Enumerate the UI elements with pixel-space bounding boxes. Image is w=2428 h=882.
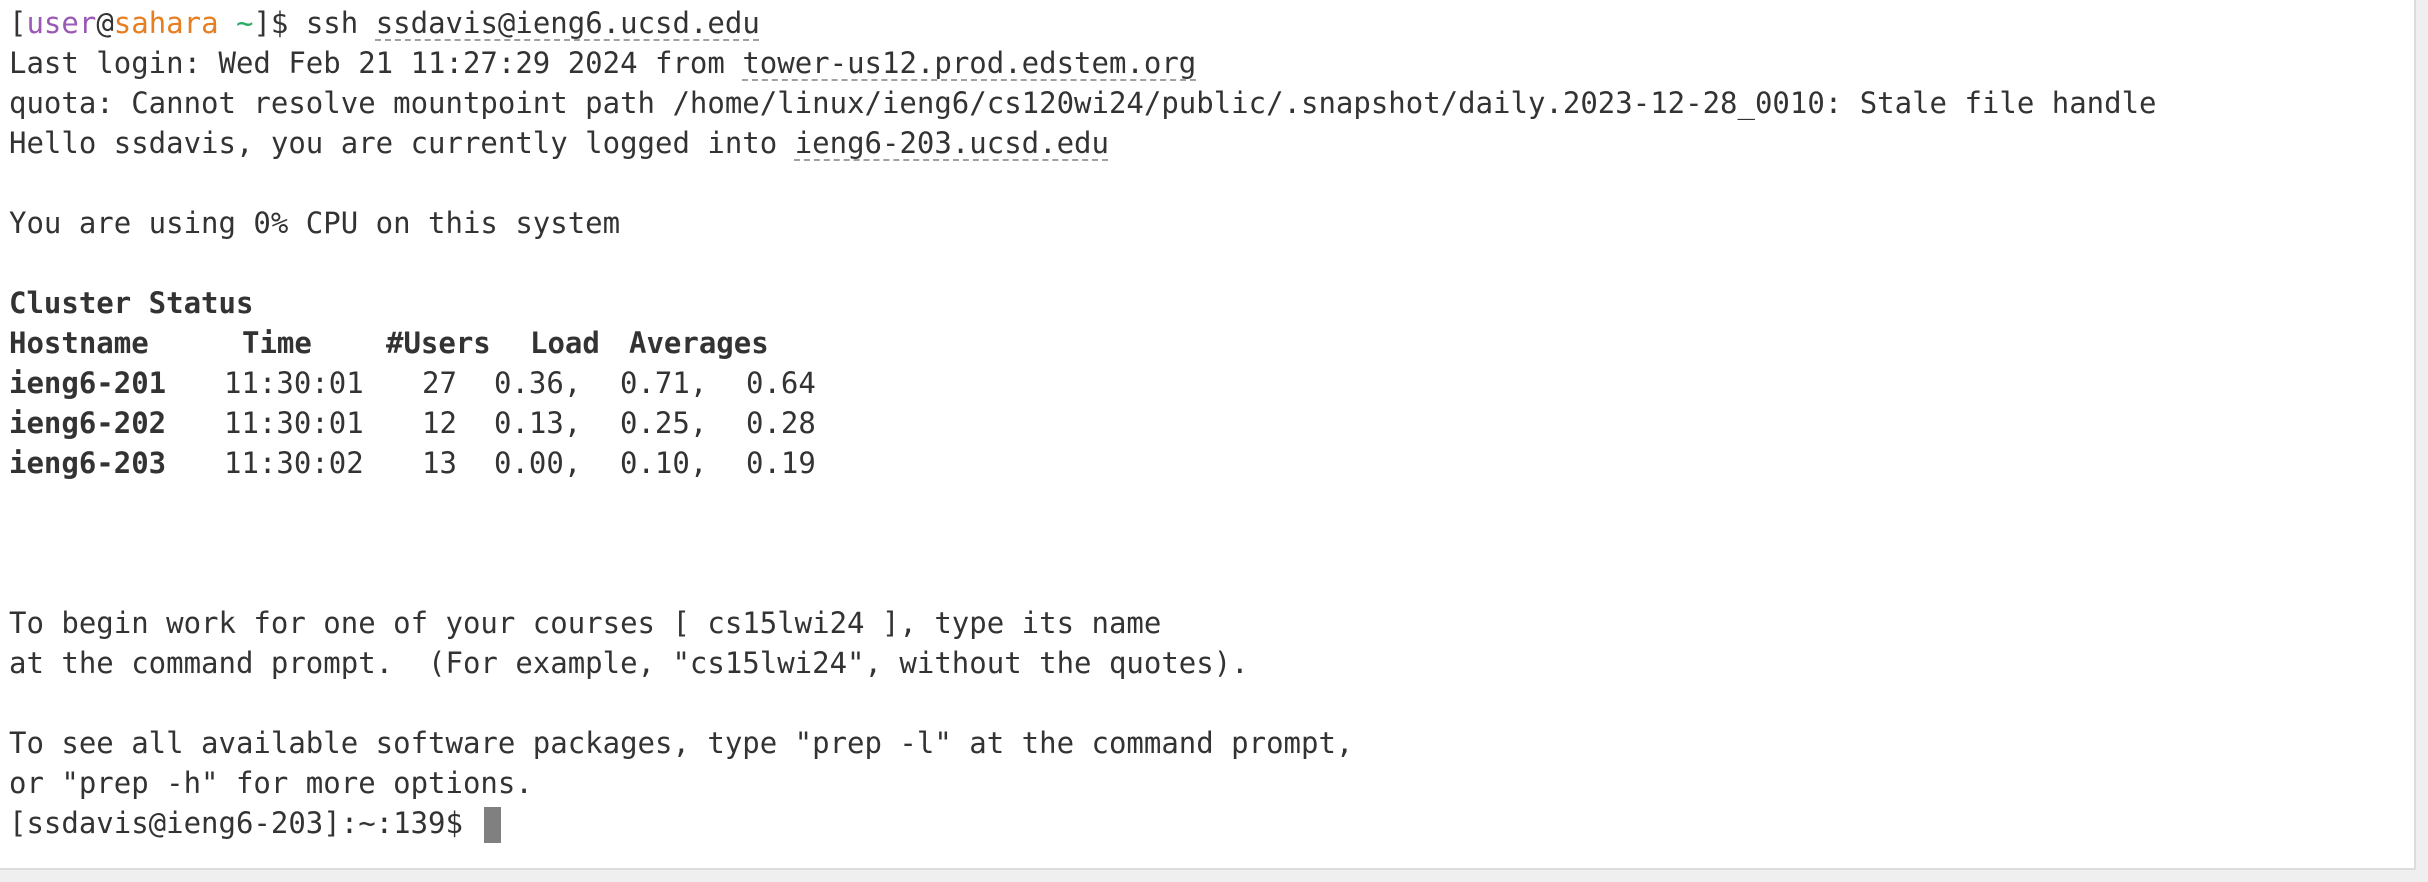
prep-message-line-1: To see all available software packages, … bbox=[9, 726, 1354, 760]
row-load-15: 0.28 bbox=[746, 406, 816, 440]
prompt-host: sahara bbox=[113, 6, 219, 40]
text-cursor bbox=[484, 807, 502, 843]
header-load: Load bbox=[530, 326, 600, 360]
row-users: 27 bbox=[422, 366, 457, 400]
last-login-host-link[interactable]: tower-us12.prod.edstem.org bbox=[742, 46, 1196, 80]
prompt-at: @ bbox=[96, 6, 114, 40]
cluster-header-row: Hostname Time #Users Load Averages bbox=[9, 323, 909, 363]
row-load-5: 0.25, bbox=[620, 406, 708, 440]
course-message-line-1: To begin work for one of your courses [ … bbox=[9, 606, 1162, 640]
header-users: #Users bbox=[386, 326, 491, 360]
row-load-5: 0.71, bbox=[620, 366, 708, 400]
terminal-window[interactable]: [user@sahara ~]$ ssh ssdavis@ieng6.ucsd.… bbox=[0, 0, 2416, 870]
cluster-row: ieng6-201 11:30:01 27 0.36, 0.71, 0.64 bbox=[9, 363, 909, 403]
last-login-line: Last login: Wed Feb 21 11:27:29 2024 fro… bbox=[9, 43, 1196, 83]
hello-text: Hello ssdavis, you are currently logged … bbox=[9, 126, 795, 160]
prep-message-line-2: or "prep -h" for more options. bbox=[9, 766, 533, 800]
quota-line: quota: Cannot resolve mountpoint path /h… bbox=[9, 86, 2157, 120]
row-users: 12 bbox=[422, 406, 457, 440]
cluster-status-title: Cluster Status bbox=[9, 286, 254, 320]
cluster-row: ieng6-202 11:30:01 12 0.13, 0.25, 0.28 bbox=[9, 403, 909, 443]
header-hostname: Hostname bbox=[9, 326, 149, 360]
cluster-row: ieng6-203 11:30:02 13 0.00, 0.10, 0.19 bbox=[9, 443, 909, 483]
course-message-line-2: at the command prompt. (For example, "cs… bbox=[9, 646, 1249, 680]
prompt-user: user bbox=[26, 6, 97, 40]
row-users: 13 bbox=[422, 446, 457, 480]
row-load-1: 0.13, bbox=[494, 406, 582, 440]
row-hostname: ieng6-202 bbox=[9, 406, 167, 440]
row-load-1: 0.00, bbox=[494, 446, 582, 480]
prompt-ssh-command: ]$ ssh bbox=[253, 6, 376, 40]
prompt-open-bracket: [ bbox=[9, 6, 27, 40]
row-time: 11:30:01 bbox=[224, 366, 364, 400]
shell-prompt-line[interactable]: [ssdavis@ieng6-203]:~:139$ bbox=[9, 803, 502, 843]
ssh-command-line: [user@sahara ~]$ ssh ssdavis@ieng6.ucsd.… bbox=[9, 3, 760, 43]
header-time: Time bbox=[242, 326, 312, 360]
prompt-dir: ~ bbox=[218, 6, 254, 40]
row-load-15: 0.64 bbox=[746, 366, 816, 400]
ssh-target-link[interactable]: ssdavis@ieng6.ucsd.edu bbox=[376, 6, 760, 40]
row-hostname: ieng6-203 bbox=[9, 446, 167, 480]
logged-host-link[interactable]: ieng6-203.ucsd.edu bbox=[795, 126, 1109, 160]
hello-line: Hello ssdavis, you are currently logged … bbox=[9, 123, 1109, 163]
row-time: 11:30:01 bbox=[224, 406, 364, 440]
row-load-15: 0.19 bbox=[746, 446, 816, 480]
row-load-5: 0.10, bbox=[620, 446, 708, 480]
last-login-text: Last login: Wed Feb 21 11:27:29 2024 fro… bbox=[9, 46, 743, 80]
row-hostname: ieng6-201 bbox=[9, 366, 167, 400]
row-time: 11:30:02 bbox=[224, 446, 364, 480]
cpu-usage-line: You are using 0% CPU on this system bbox=[9, 206, 621, 240]
shell-prompt: [ssdavis@ieng6-203]:~:139$ bbox=[9, 806, 481, 840]
header-averages: Averages bbox=[629, 326, 769, 360]
row-load-1: 0.36, bbox=[494, 366, 582, 400]
